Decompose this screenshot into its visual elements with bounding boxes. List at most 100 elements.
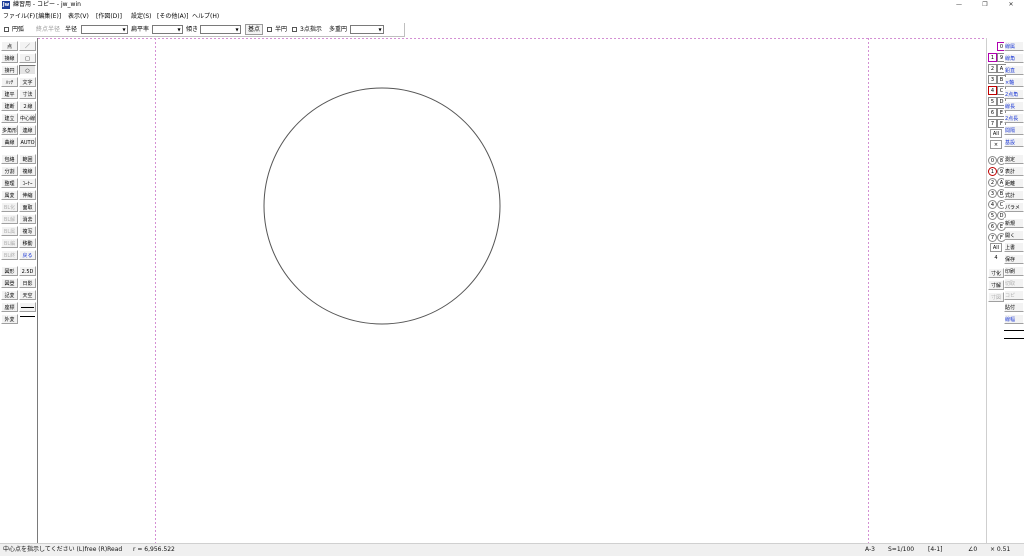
tool-double-line[interactable]: ２線 bbox=[19, 101, 36, 111]
tool-elevation[interactable]: 建立 bbox=[1, 113, 18, 123]
group-circle-3[interactable]: 3 bbox=[988, 189, 997, 198]
group-all-button[interactable]: All bbox=[990, 243, 1002, 252]
print-button[interactable]: 印刷 bbox=[1004, 266, 1024, 276]
tool-two-point-length[interactable]: 2点長 bbox=[1004, 113, 1024, 123]
tool-sky[interactable]: 天空 bbox=[19, 290, 36, 300]
layer-2[interactable]: 2 bbox=[988, 64, 997, 73]
tool-base-setting[interactable]: 基設 bbox=[1004, 137, 1024, 147]
line-type-indicator[interactable] bbox=[19, 302, 36, 312]
group-circle-1[interactable]: 1 bbox=[988, 167, 997, 176]
menu-other[interactable]: [その他(A)] bbox=[157, 11, 188, 22]
semicircle-checkbox[interactable] bbox=[267, 27, 272, 32]
multi-circle-dropdown[interactable]: ▼ bbox=[350, 25, 384, 34]
tool-erase[interactable]: 消去 bbox=[19, 214, 36, 224]
status-angle[interactable]: ∠0 bbox=[968, 544, 977, 556]
base-point-button[interactable]: 基点 bbox=[245, 24, 263, 35]
menu-help[interactable]: ヘルプ(H) bbox=[192, 11, 219, 22]
group-circle-6[interactable]: 6 bbox=[988, 222, 997, 231]
drawing-canvas[interactable] bbox=[38, 38, 986, 543]
tool-formula[interactable]: 式計 bbox=[1004, 190, 1024, 200]
tool-corner[interactable]: ｺｰﾅｰ bbox=[19, 178, 36, 188]
drawn-circle[interactable] bbox=[263, 87, 501, 325]
cut-button[interactable]: 切取 bbox=[1004, 278, 1024, 288]
tool-distance[interactable]: 距離 bbox=[1004, 178, 1024, 188]
tool-figure[interactable]: 図形 bbox=[1, 266, 18, 276]
tool-block-create[interactable]: BL化 bbox=[1, 202, 18, 212]
tool-block-explode[interactable]: BL解 bbox=[1, 214, 18, 224]
menu-view[interactable]: 表示(V) bbox=[68, 11, 89, 22]
radius-dropdown[interactable]: ▼ bbox=[81, 25, 128, 34]
menu-edit[interactable]: [編集(E)] bbox=[36, 11, 61, 22]
minimize-button[interactable]: — bbox=[946, 0, 972, 10]
tool-line-attribute[interactable]: 線属 bbox=[1004, 41, 1024, 51]
status-zoom[interactable]: × 0.51 bbox=[990, 544, 1010, 556]
status-layer[interactable]: [4-1] bbox=[928, 544, 942, 556]
group-circle-7[interactable]: 7 bbox=[988, 233, 997, 242]
tool-rectangle[interactable]: □ bbox=[19, 53, 36, 63]
save-button[interactable]: 保存 bbox=[1004, 254, 1024, 264]
group-circle-0[interactable]: 0 bbox=[988, 156, 997, 165]
tool-block-edit[interactable]: BL編 bbox=[1, 238, 18, 248]
tool-block-end[interactable]: BL終 bbox=[1, 250, 18, 260]
tool-copy[interactable]: 複写 bbox=[19, 226, 36, 236]
tool-continuous-line[interactable]: 連線 bbox=[19, 125, 36, 135]
new-file-button[interactable]: 新規 bbox=[1004, 218, 1024, 228]
layer-7[interactable]: 7 bbox=[988, 119, 997, 128]
tool-interval[interactable]: 間隔 bbox=[1004, 125, 1024, 135]
tool-vertical[interactable]: 鉛直 bbox=[1004, 65, 1024, 75]
tool-envelope[interactable]: 包絡 bbox=[1, 154, 18, 164]
tool-hatch[interactable]: ﾊｯﾁ bbox=[1, 77, 18, 87]
paste-button[interactable]: 貼付 bbox=[1004, 302, 1024, 312]
tool-line-angle[interactable]: 線角 bbox=[1004, 53, 1024, 63]
tool-external-change[interactable]: 外変 bbox=[1, 314, 18, 324]
group-circle-4[interactable]: 4 bbox=[988, 200, 997, 209]
arc-checkbox[interactable] bbox=[4, 27, 9, 32]
tool-section[interactable]: 建断 bbox=[1, 101, 18, 111]
group-circle-5[interactable]: 5 bbox=[988, 211, 997, 220]
drawing-svg[interactable] bbox=[38, 38, 986, 543]
tilt-dropdown[interactable]: ▼ bbox=[200, 25, 241, 34]
status-paper-size[interactable]: A-3 bbox=[865, 544, 875, 556]
tool-line[interactable]: ／ bbox=[19, 41, 36, 51]
tool-block-attribute[interactable]: BL属 bbox=[1, 226, 18, 236]
tool-stretch[interactable]: 伸縮 bbox=[19, 190, 36, 200]
tool-table-calc[interactable]: 表計 bbox=[1004, 166, 1024, 176]
menu-file[interactable]: ファイル(F) bbox=[3, 11, 35, 22]
tool-two-point-angle[interactable]: 2点角 bbox=[1004, 89, 1024, 99]
layer-5[interactable]: 5 bbox=[988, 97, 997, 106]
tool-dimension[interactable]: 寸法 bbox=[19, 89, 36, 99]
tool-chamfer[interactable]: 面取 bbox=[19, 202, 36, 212]
close-button[interactable]: ✕ bbox=[998, 0, 1024, 10]
tool-dimension-explode[interactable]: 寸解 bbox=[988, 280, 1004, 290]
tool-line-length[interactable]: 線長 bbox=[1004, 101, 1024, 111]
menu-settings[interactable]: 設定(S) bbox=[131, 11, 152, 22]
tool-x-axis[interactable]: ×軸 bbox=[1004, 77, 1024, 87]
tool-2-5d[interactable]: 2.5D bbox=[19, 266, 36, 276]
tool-divide[interactable]: 分割 bbox=[1, 166, 18, 176]
layer-all-button[interactable]: All bbox=[990, 129, 1002, 138]
tool-parametric[interactable]: パラメ bbox=[1004, 202, 1024, 212]
three-point-checkbox[interactable] bbox=[292, 27, 297, 32]
tool-dimension-convert[interactable]: 寸化 bbox=[988, 268, 1004, 278]
layer-4[interactable]: 4 bbox=[988, 86, 997, 95]
tool-offset-line[interactable]: 複線 bbox=[19, 166, 36, 176]
tool-move[interactable]: 移動 bbox=[19, 238, 36, 248]
tool-text[interactable]: 文字 bbox=[19, 77, 36, 87]
tool-undo[interactable]: 戻る bbox=[19, 250, 36, 260]
tool-cleanup[interactable]: 整理 bbox=[1, 178, 18, 188]
tool-point[interactable]: 点 bbox=[1, 41, 18, 51]
group-circle-2[interactable]: 2 bbox=[988, 178, 997, 187]
tool-figure-register[interactable]: 図登 bbox=[1, 278, 18, 288]
tool-auto[interactable]: AUTO bbox=[19, 137, 36, 147]
tool-coordinate[interactable]: 座標 bbox=[1, 302, 18, 312]
tool-tangent[interactable]: 接線 bbox=[1, 53, 18, 63]
tool-circle[interactable]: ○ bbox=[19, 65, 36, 75]
layer-1[interactable]: 1 bbox=[988, 53, 997, 62]
overwrite-button[interactable]: 上書 bbox=[1004, 242, 1024, 252]
status-scale[interactable]: S=1/100 bbox=[888, 544, 914, 556]
tool-shadow[interactable]: 日影 bbox=[19, 278, 36, 288]
tool-tangent-circle[interactable]: 接円 bbox=[1, 65, 18, 75]
tool-polygon[interactable]: 多角形 bbox=[1, 125, 18, 135]
copy-button[interactable]: コピ bbox=[1004, 290, 1024, 300]
layer-6[interactable]: 6 bbox=[988, 108, 997, 117]
